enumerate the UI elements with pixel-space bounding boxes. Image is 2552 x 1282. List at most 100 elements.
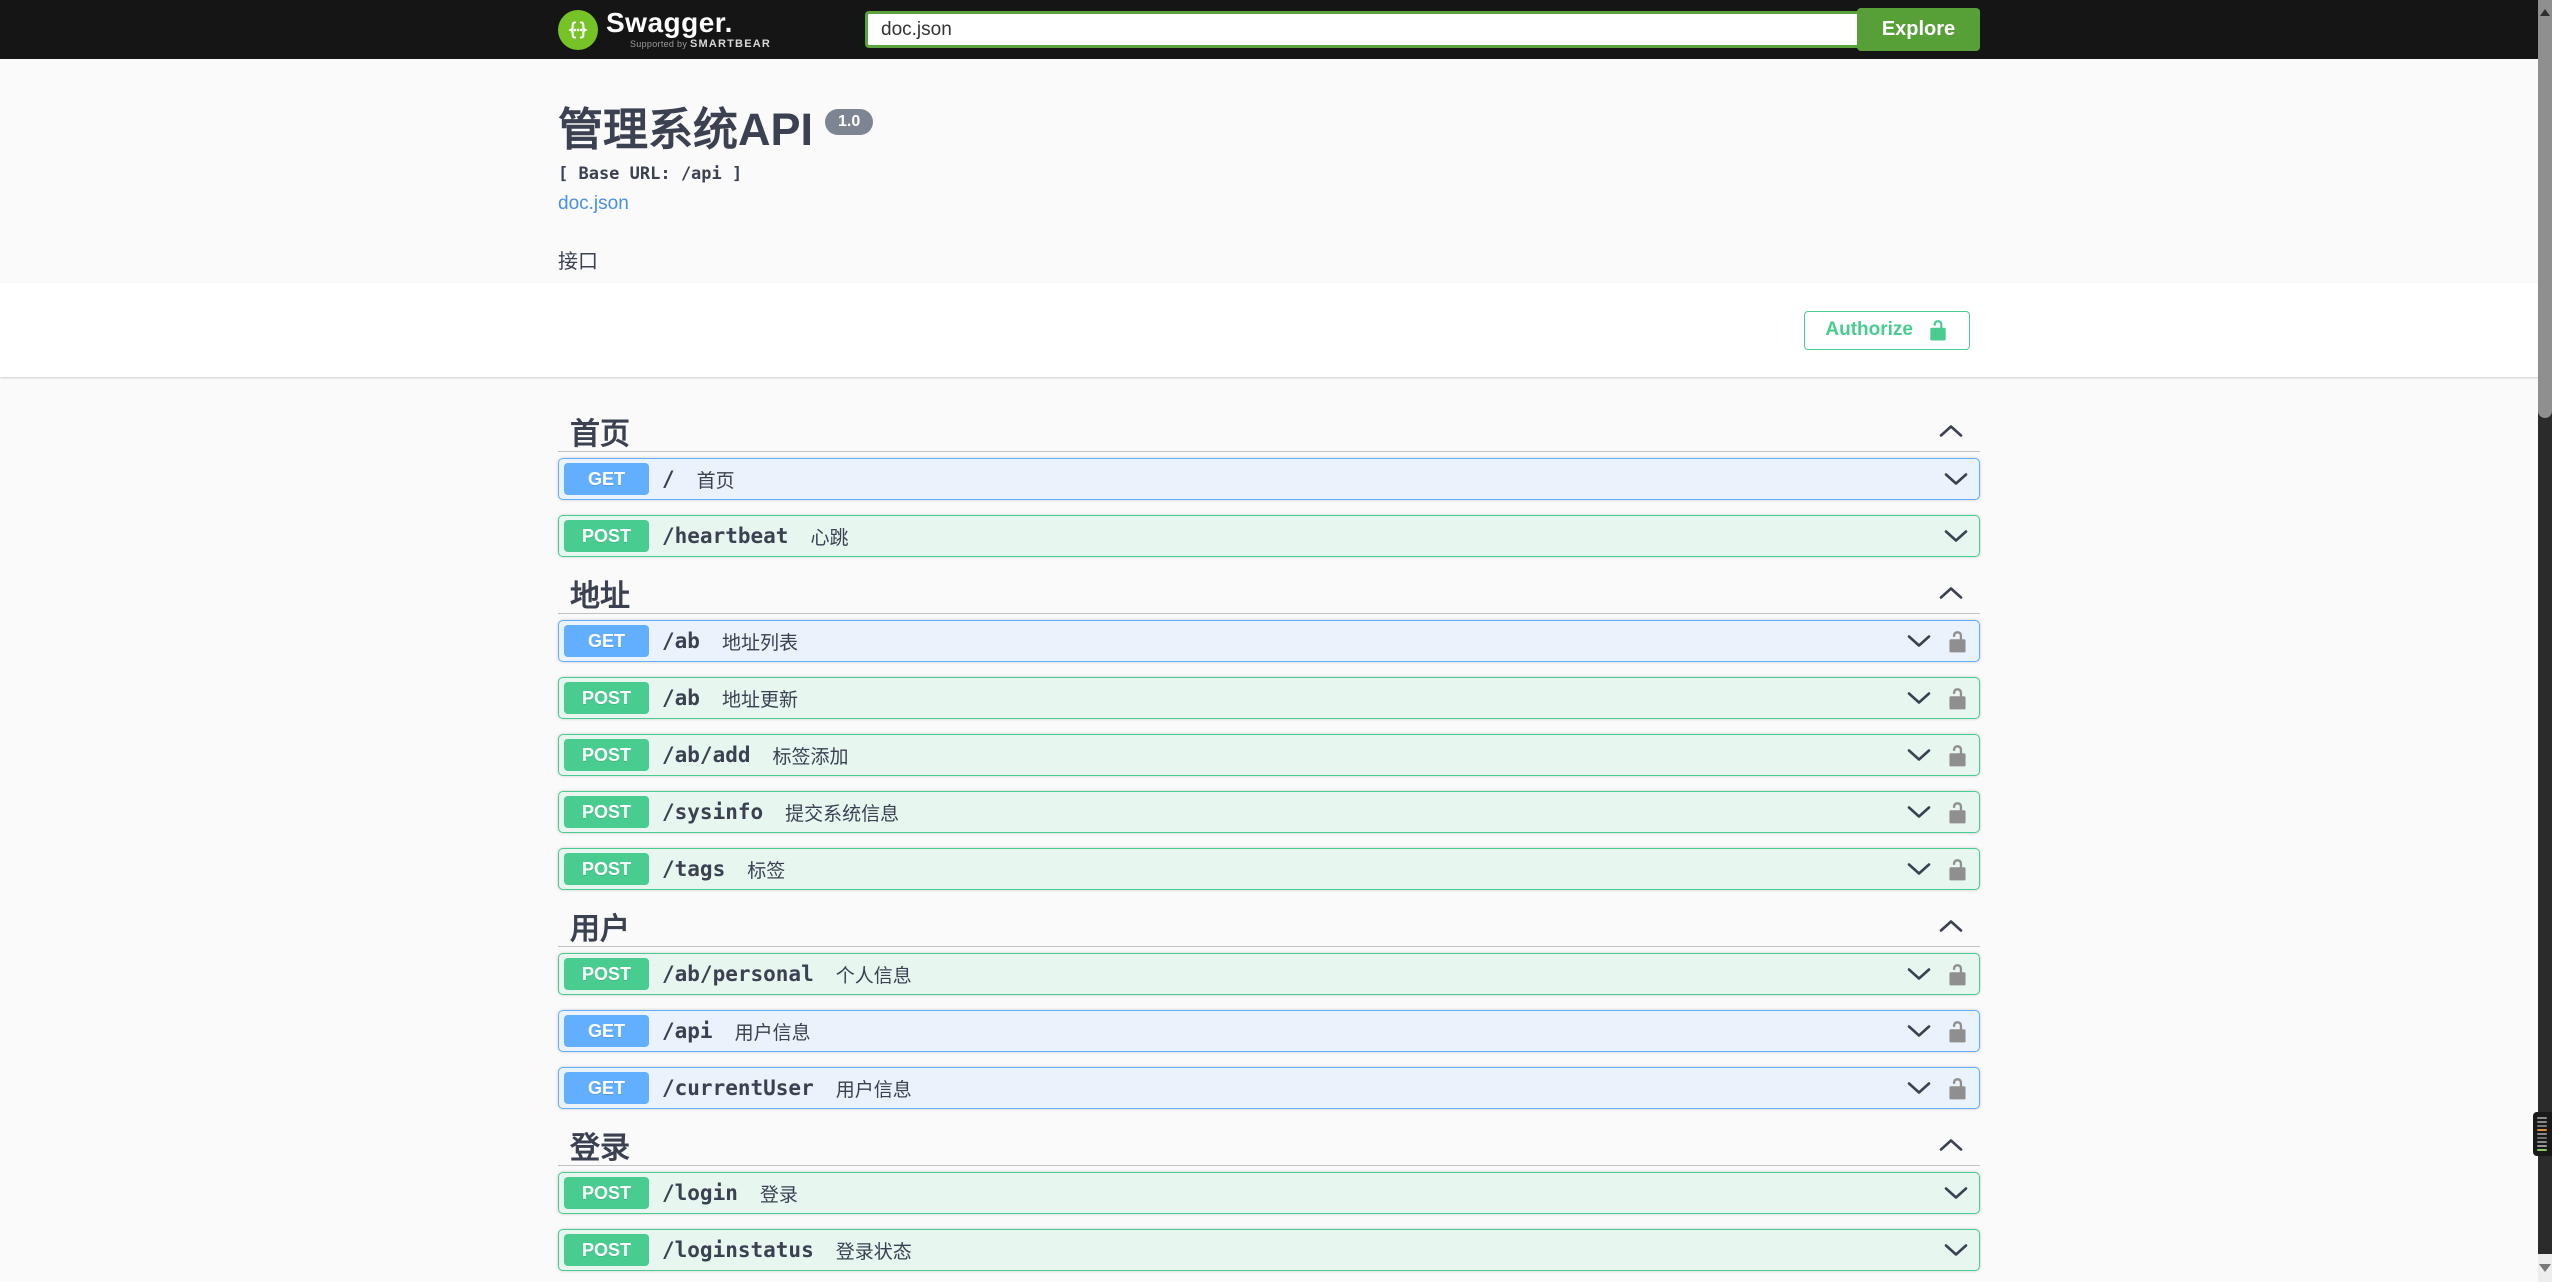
operation-row[interactable]: GET /currentUser 用户信息 <box>558 1067 1980 1109</box>
auth-lock-icon[interactable] <box>1946 1076 1969 1101</box>
chevron-down-icon[interactable] <box>1906 690 1932 706</box>
method-badge: GET <box>564 625 649 657</box>
operation-row[interactable]: GET /api 用户信息 <box>558 1010 1980 1052</box>
scrollbar-track[interactable] <box>2538 0 2552 1282</box>
api-title: 管理系统API <box>558 104 814 155</box>
chevron-down-icon[interactable] <box>1906 747 1932 763</box>
operation-row[interactable]: POST /ab/add 标签添加 <box>558 734 1980 776</box>
spec-url-input[interactable] <box>865 11 1859 48</box>
operation-row[interactable]: GET /ab 地址列表 <box>558 620 1980 662</box>
operation-row[interactable]: POST /heartbeat 心跳 <box>558 515 1980 557</box>
method-badge: GET <box>564 1015 649 1047</box>
scroll-minimap-marker <box>2533 1112 2552 1156</box>
chevron-up-icon[interactable] <box>1938 918 1964 934</box>
chevron-down-icon[interactable] <box>1943 1185 1969 1201</box>
section-header[interactable]: 首页 <box>558 410 1980 452</box>
section-header[interactable]: 地址 <box>558 572 1980 614</box>
chevron-down-icon[interactable] <box>1906 633 1932 649</box>
operation-path: /ab <box>662 629 700 653</box>
operation-row[interactable]: POST /ab 地址更新 <box>558 677 1980 719</box>
method-badge: POST <box>564 1177 649 1209</box>
method-badge: POST <box>564 853 649 885</box>
authorize-button[interactable]: Authorize <box>1804 310 1970 350</box>
auth-lock-icon[interactable] <box>1946 1019 1969 1044</box>
method-badge: POST <box>564 682 649 714</box>
scrollbar-thumb[interactable] <box>2538 24 2552 418</box>
operation-row[interactable]: GET / 首页 <box>558 458 1980 500</box>
section-title: 登录 <box>570 1131 630 1165</box>
base-url: [ Base URL: /api ] <box>558 163 743 184</box>
operation-description: 首页 <box>696 470 735 492</box>
operation-row[interactable]: POST /login 登录 <box>558 1172 1980 1214</box>
operation-tag-section: 用户 POST /ab/personal 个人信息 GET /api 用户信息 … <box>558 905 1980 1109</box>
operation-row[interactable]: POST /sysinfo 提交系统信息 <box>558 791 1980 833</box>
operation-path: /ab/add <box>662 743 751 767</box>
auth-lock-icon[interactable] <box>1946 800 1969 825</box>
spec-link[interactable]: doc.json <box>558 193 629 215</box>
auth-lock-icon[interactable] <box>1946 857 1969 882</box>
section-title: 用户 <box>570 912 630 946</box>
auth-lock-icon[interactable] <box>1946 629 1969 654</box>
authorize-label: Authorize <box>1825 319 1913 340</box>
brand-tagline: Supported by SMARTBEAR <box>630 38 772 50</box>
chevron-down-icon[interactable] <box>1906 861 1932 877</box>
operation-path: /api <box>662 1019 713 1043</box>
method-badge: POST <box>564 1234 649 1266</box>
operation-description: 用户信息 <box>835 1079 912 1101</box>
operation-tag-section: 地址 GET /ab 地址列表 POST /ab 地址更新 POST /ab/a… <box>558 572 1980 890</box>
operation-row[interactable]: POST /loginstatus 登录状态 <box>558 1229 1980 1271</box>
scrollbar-down-button[interactable] <box>2538 1254 2552 1282</box>
method-badge: POST <box>564 958 649 990</box>
brand-name: Swagger. <box>606 7 733 38</box>
operation-path: / <box>662 467 675 491</box>
chevron-down-icon[interactable] <box>1906 966 1932 982</box>
auth-lock-icon[interactable] <box>1946 962 1969 987</box>
operation-description: 地址更新 <box>721 689 798 711</box>
api-description: 接口 <box>558 250 598 273</box>
operation-path: /heartbeat <box>662 524 789 548</box>
method-badge: GET <box>564 1072 649 1104</box>
operation-description: 登录状态 <box>835 1241 912 1263</box>
swagger-brand-link[interactable]: Swagger. Supported by SMARTBEAR <box>558 9 771 50</box>
operation-path: /ab <box>662 686 700 710</box>
operation-row[interactable]: POST /ab/personal 个人信息 <box>558 953 1980 995</box>
operation-path: /ab/personal <box>662 962 814 986</box>
operation-description: 地址列表 <box>721 632 798 654</box>
operation-description: 登录 <box>759 1184 798 1206</box>
explore-button[interactable]: Explore <box>1857 8 1980 51</box>
api-version-badge: 1.0 <box>825 109 874 135</box>
section-title: 地址 <box>570 579 630 613</box>
section-header[interactable]: 登录 <box>558 1124 1980 1166</box>
scrollbar-up-button[interactable] <box>2538 0 2552 24</box>
method-badge: POST <box>564 520 649 552</box>
auth-lock-icon[interactable] <box>1946 686 1969 711</box>
api-info-section: 管理系统API 1.0 [ Base URL: /api ] doc.json … <box>0 59 2552 283</box>
chevron-down-icon[interactable] <box>1906 1023 1932 1039</box>
operation-description: 标签 <box>747 860 786 882</box>
operation-description: 个人信息 <box>835 965 912 987</box>
operation-description: 提交系统信息 <box>785 803 900 825</box>
chevron-down-icon[interactable] <box>1943 471 1969 487</box>
section-header[interactable]: 用户 <box>558 905 1980 947</box>
swagger-logo-icon <box>558 9 598 50</box>
operations-list: 首页 GET / 首页 POST /heartbeat 心跳 地址 GET /a… <box>558 377 1980 1271</box>
operation-path: /loginstatus <box>662 1238 814 1262</box>
chevron-up-icon[interactable] <box>1938 423 1964 439</box>
triangle-up-icon <box>2540 8 2550 16</box>
unlock-icon <box>1927 319 1949 341</box>
operation-tag-section: 首页 GET / 首页 POST /heartbeat 心跳 <box>558 410 1980 557</box>
operation-path: /sysinfo <box>662 800 764 824</box>
operation-row[interactable]: POST /tags 标签 <box>558 848 1980 890</box>
operation-path: /currentUser <box>662 1076 814 1100</box>
topbar: Swagger. Supported by SMARTBEAR Explore <box>0 0 2552 59</box>
auth-lock-icon[interactable] <box>1946 743 1969 768</box>
method-badge: POST <box>564 739 649 771</box>
triangle-down-icon <box>2539 1264 2551 1272</box>
chevron-down-icon[interactable] <box>1906 804 1932 820</box>
chevron-up-icon[interactable] <box>1938 585 1964 601</box>
chevron-up-icon[interactable] <box>1938 1137 1964 1153</box>
chevron-down-icon[interactable] <box>1906 1080 1932 1096</box>
chevron-down-icon[interactable] <box>1943 1242 1969 1258</box>
chevron-down-icon[interactable] <box>1943 528 1969 544</box>
operation-description: 心跳 <box>810 527 849 549</box>
